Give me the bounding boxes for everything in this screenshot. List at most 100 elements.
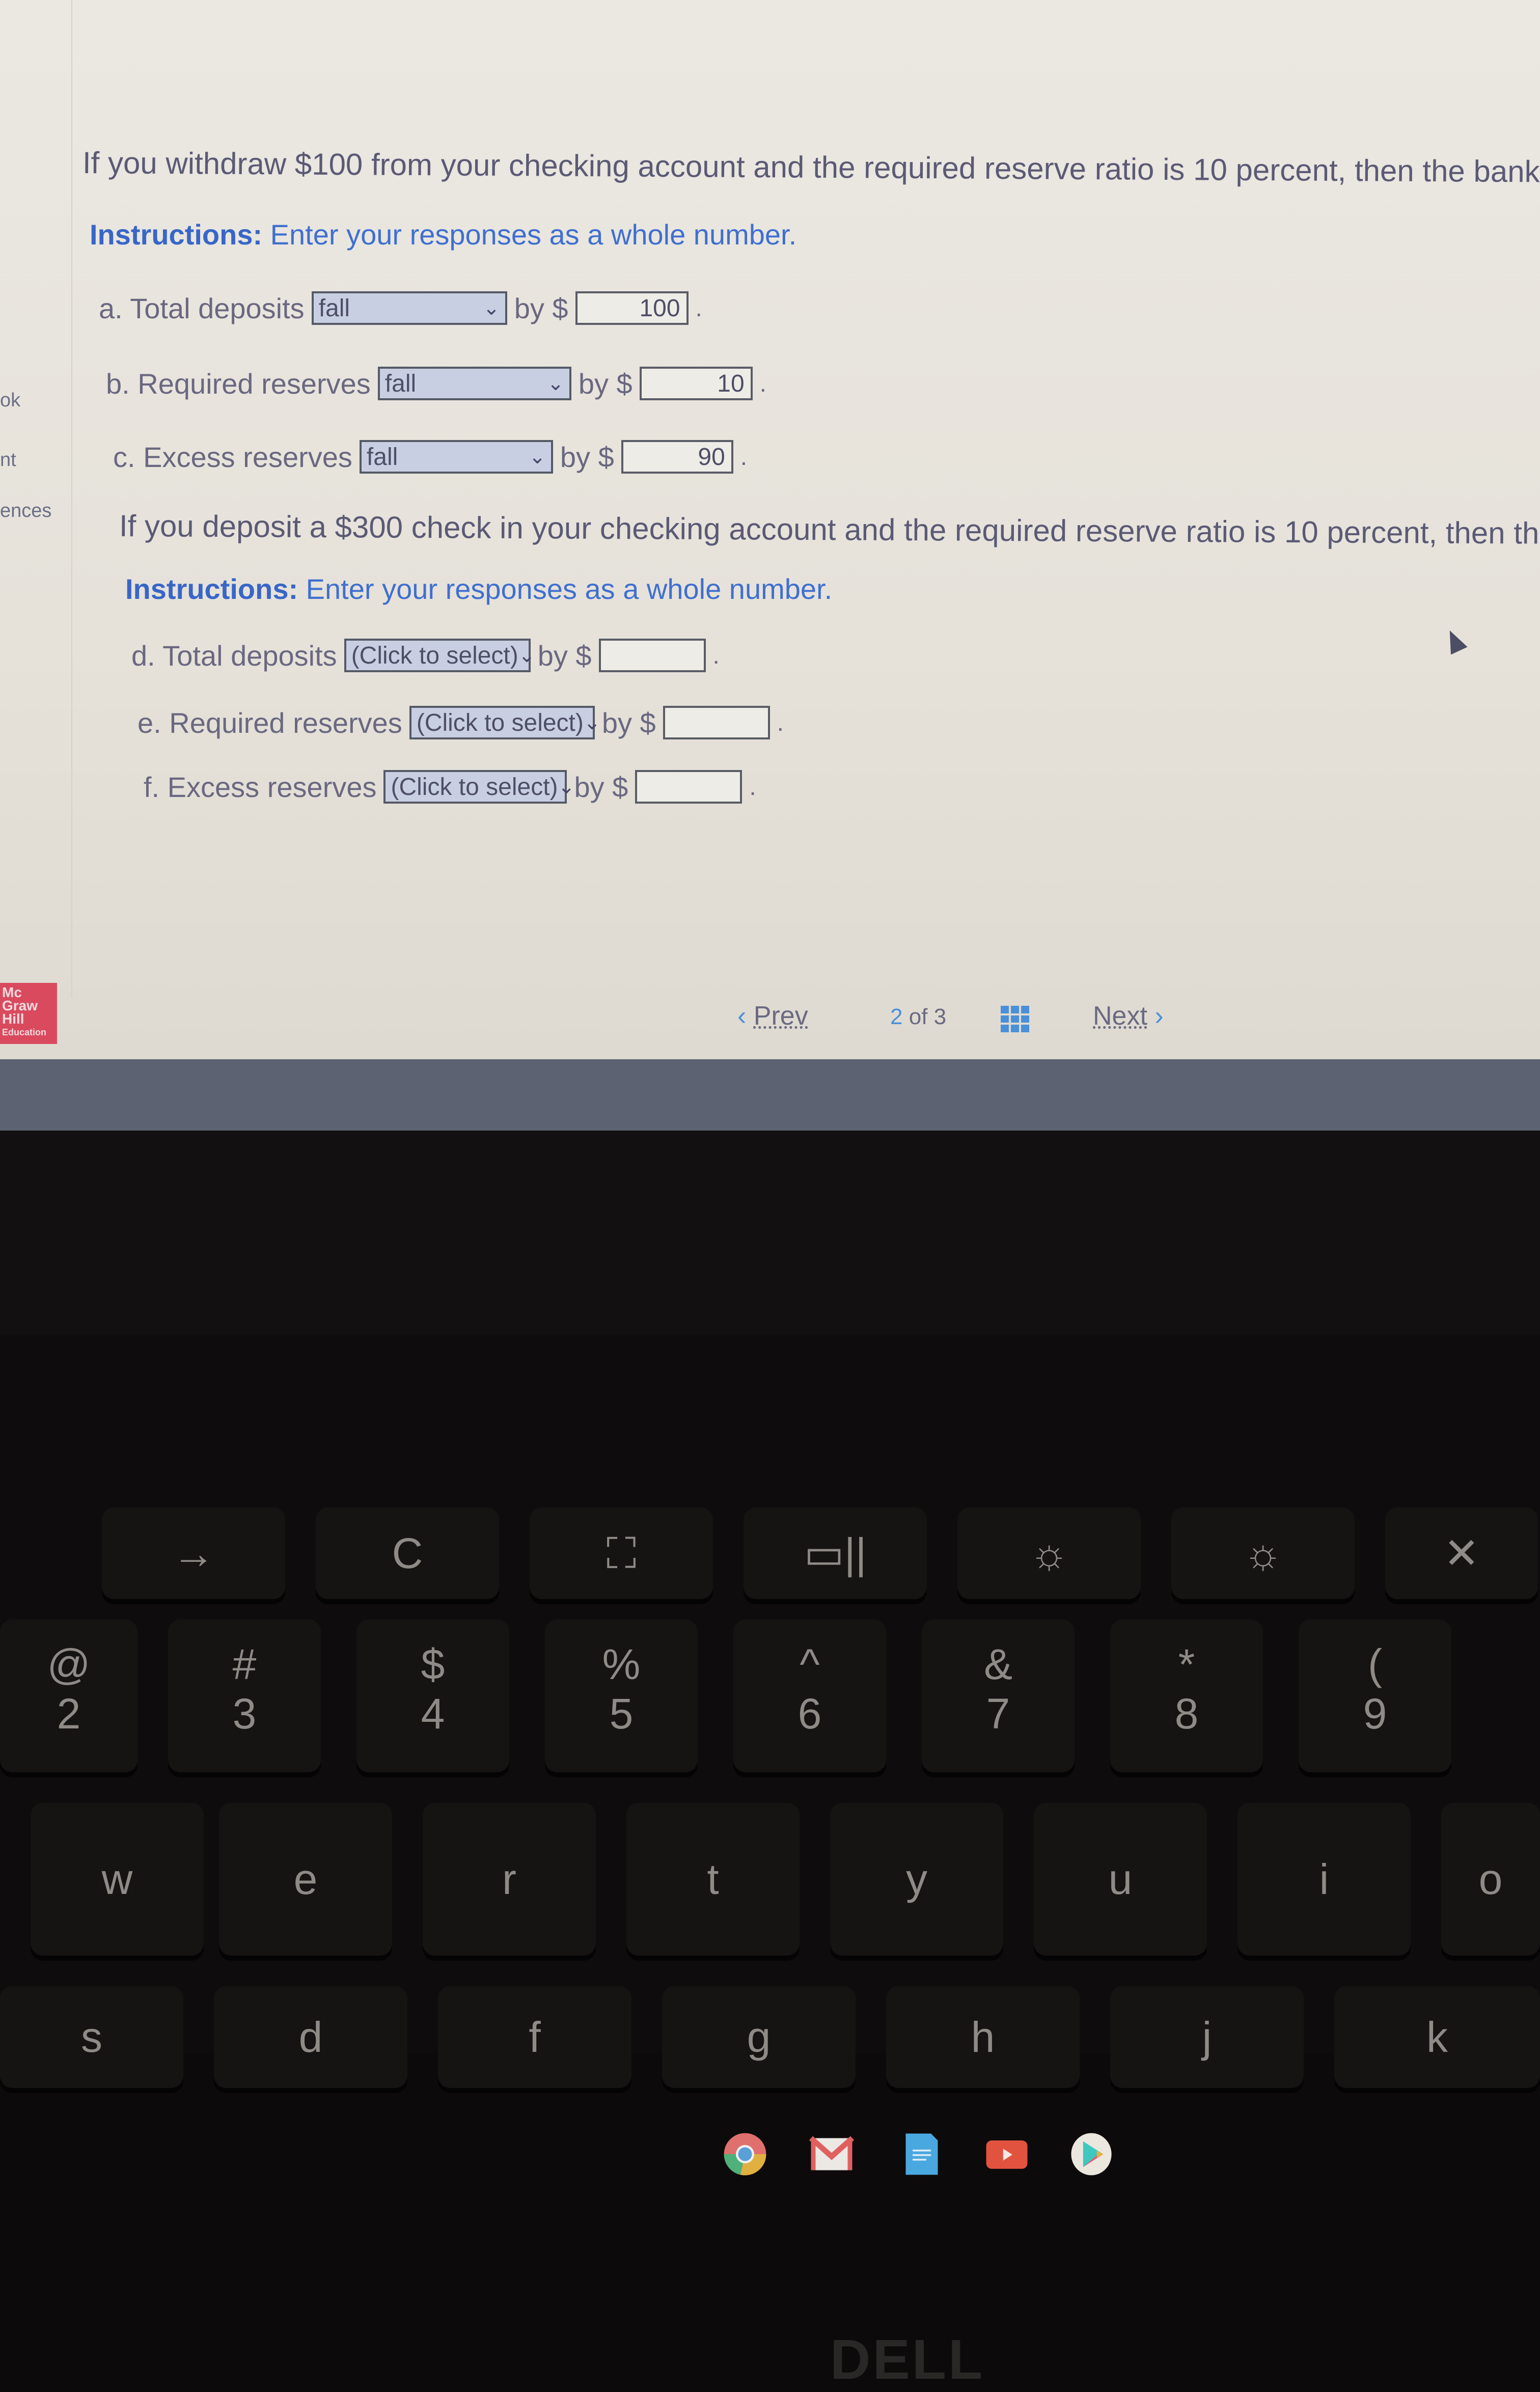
key-fullscreen[interactable]: ⛶ [530, 1507, 713, 1599]
key-y[interactable]: y [830, 1803, 1003, 1956]
question-grid-icon[interactable] [1001, 1006, 1029, 1032]
direction-select-d[interactable]: (Click to select) ⌄ [344, 639, 535, 672]
key-9[interactable]: (9 [1299, 1619, 1451, 1772]
mouse-cursor-icon [1441, 626, 1468, 655]
amount-input-e[interactable] [663, 706, 770, 739]
key-overview[interactable]: ▭|| [744, 1507, 927, 1599]
gmail-icon[interactable] [809, 2131, 855, 2177]
left-sidebar: ok nt ences [0, 0, 72, 998]
logo-line: Hill [2, 1011, 24, 1027]
sidebar-item-print[interactable]: nt [0, 449, 16, 471]
key-legend: & [983, 1640, 1013, 1688]
key-2[interactable]: @2 [0, 1619, 138, 1772]
key-legend: t [707, 1855, 719, 1903]
instructions-text: Enter your responses as a whole number. [298, 573, 833, 605]
key-5[interactable]: % 5 [545, 1619, 698, 1772]
key-legend: 7 [986, 1690, 1010, 1738]
key-legend: ^ [800, 1640, 820, 1688]
key-e[interactable]: e [219, 1803, 392, 1956]
os-shelf [0, 1059, 1540, 2176]
sidebar-item-ebook[interactable]: ok [0, 390, 20, 411]
docs-icon[interactable] [899, 2131, 945, 2177]
chevron-left-icon: ‹ [737, 1001, 747, 1031]
key-u[interactable]: u [1034, 1803, 1207, 1956]
direction-select-a[interactable]: fall ⌄ [311, 291, 507, 325]
key-t[interactable]: t [626, 1803, 800, 1956]
key-o[interactable]: o [1441, 1803, 1540, 1956]
question-1-prompt: If you withdraw $100 from your checking … [82, 146, 1540, 189]
browser-screen: ok nt ences If you withdraw $100 from yo… [0, 0, 1540, 1059]
amount-input-f[interactable] [635, 770, 743, 804]
answer-row-b: b. Required reserves fall ⌄ by $ 10 . [106, 367, 766, 400]
key-mute[interactable]: ✕ [1385, 1507, 1538, 1599]
key-i[interactable]: i [1238, 1803, 1411, 1956]
key-3[interactable]: #3 [168, 1619, 321, 1772]
next-label[interactable]: Next [1093, 1001, 1147, 1031]
instructions-label: Instructions: [90, 218, 263, 251]
key-j[interactable]: j [1110, 1986, 1304, 2088]
period: . [695, 294, 702, 322]
by-label: by $ [514, 292, 568, 324]
key-legend: 6 [798, 1690, 822, 1738]
key-legend: g [747, 2013, 771, 2061]
key-k[interactable]: k [1334, 1986, 1540, 2088]
key-refresh[interactable]: C [316, 1507, 499, 1599]
direction-select-e[interactable]: (Click to select) ⌄ [409, 706, 600, 739]
row-label: f. Excess reserves [144, 771, 377, 803]
page-indicator: 2 of 3 [890, 1004, 946, 1030]
key-s[interactable]: s [0, 1986, 183, 2088]
instructions-label: Instructions: [125, 573, 298, 605]
key-legend: # [232, 1640, 257, 1688]
chrome-icon[interactable] [722, 2131, 768, 2177]
key-legend: ☼ [1243, 1529, 1283, 1577]
direction-select-b[interactable]: fall ⌄ [377, 367, 571, 400]
key-legend: y [906, 1855, 927, 1903]
laptop-bezel: DELL [0, 1131, 1540, 2391]
page-current: 2 [890, 1004, 903, 1029]
key-r[interactable]: r [423, 1803, 596, 1956]
key-legend: ▭|| [804, 1529, 867, 1577]
key-h[interactable]: h [886, 1986, 1080, 2088]
select-value: fall [366, 443, 398, 471]
amount-input-a[interactable]: 100 [575, 291, 689, 325]
direction-select-f[interactable]: (Click to select) ⌄ [383, 770, 575, 804]
sidebar-item-references[interactable]: ences [0, 500, 51, 522]
youtube-icon[interactable] [984, 2131, 1030, 2177]
page-of: of 3 [909, 1004, 947, 1029]
key-legend: u [1108, 1855, 1133, 1903]
key-legend: @ [47, 1640, 91, 1688]
period: . [740, 443, 748, 471]
key-g[interactable]: g [662, 1986, 856, 2088]
keyboard: → C ⛶ ▭|| ☼ ☼ ✕ @2 #3 $4 % 5 ^ 6 & 7 * 8 (9 … [0, 1334, 1540, 2088]
next-button[interactable]: Next › [1093, 1001, 1164, 1031]
key-legend: * [1178, 1640, 1195, 1688]
select-value: fall [318, 294, 350, 322]
chevron-down-icon: ⌄ [558, 776, 575, 798]
key-4[interactable]: $4 [356, 1619, 509, 1772]
play-store-icon[interactable] [1068, 2131, 1114, 2177]
amount-input-d[interactable] [598, 639, 706, 672]
mcgraw-hill-logo: Mc Graw Hill Education [0, 983, 57, 1044]
answer-row-e: e. Required reserves (Click to select) ⌄ … [138, 706, 784, 739]
key-legend: f [529, 2013, 541, 2061]
key-brightness-up[interactable]: ☼ [1171, 1507, 1355, 1599]
chevron-down-icon: ⌄ [529, 446, 546, 468]
key-forward[interactable]: → [102, 1507, 285, 1599]
direction-select-c[interactable]: fall ⌄ [359, 440, 553, 474]
key-6[interactable]: ^ 6 [733, 1619, 886, 1772]
amount-input-c[interactable]: 90 [621, 440, 733, 474]
key-8[interactable]: * 8 [1110, 1619, 1263, 1772]
logo-line: Education [2, 1027, 47, 1037]
key-legend: h [971, 2013, 995, 2061]
prev-button[interactable]: ‹ Prev [737, 1001, 808, 1031]
row-label: d. Total deposits [131, 639, 337, 672]
key-w[interactable]: w [31, 1803, 204, 1956]
key-d[interactable]: d [214, 1986, 407, 2088]
row-label: b. Required reserves [106, 367, 371, 400]
prev-label[interactable]: Prev [754, 1001, 808, 1031]
amount-input-b[interactable]: 10 [639, 367, 753, 400]
key-brightness-down[interactable]: ☼ [957, 1507, 1141, 1599]
period: . [759, 370, 767, 397]
key-f[interactable]: f [438, 1986, 631, 2088]
key-7[interactable]: & 7 [922, 1619, 1075, 1772]
